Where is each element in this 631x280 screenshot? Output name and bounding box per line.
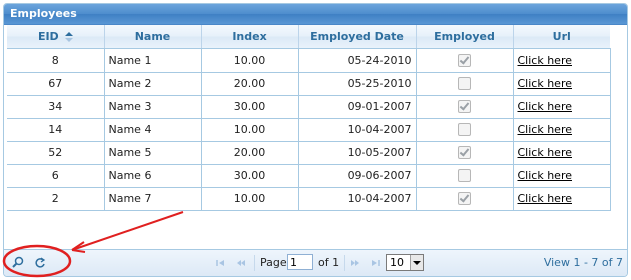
employed-checkbox bbox=[458, 100, 471, 114]
click-here-link[interactable]: Click here bbox=[518, 123, 573, 136]
table-row[interactable]: 8 Name 1 10.00 05-24-2010 Click here bbox=[7, 48, 611, 73]
sort-ascending-icon[interactable] bbox=[64, 31, 73, 42]
column-label: Employed bbox=[434, 29, 495, 43]
grid-caption: Employees bbox=[4, 4, 627, 25]
employees-table: EID Name Index Employed Date Employed Ur… bbox=[7, 25, 611, 211]
rows-per-page-value: 10 bbox=[390, 256, 404, 269]
url-cell: Click here bbox=[513, 187, 611, 211]
page-count-label: of 1 bbox=[318, 256, 340, 269]
employed-date-cell: 09-06-2007 bbox=[298, 164, 417, 188]
eid-cell: 67 bbox=[7, 72, 105, 96]
pager-separator bbox=[254, 255, 255, 271]
employed-date-cell: 10-04-2007 bbox=[298, 118, 417, 142]
employed-checkbox bbox=[458, 123, 471, 137]
click-here-link[interactable]: Click here bbox=[518, 146, 573, 159]
last-page-icon[interactable] bbox=[368, 256, 382, 270]
employed-date-cell: 05-25-2010 bbox=[298, 72, 417, 96]
employed-cell bbox=[416, 141, 514, 165]
url-cell: Click here bbox=[513, 118, 611, 142]
name-cell: Name 4 bbox=[104, 118, 202, 142]
column-header-url[interactable]: Url bbox=[513, 25, 610, 49]
eid-cell: 8 bbox=[7, 48, 105, 73]
click-here-link[interactable]: Click here bbox=[518, 192, 573, 205]
url-cell: Click here bbox=[513, 48, 611, 73]
page-number-input[interactable] bbox=[287, 254, 313, 270]
index-cell: 10.00 bbox=[201, 48, 299, 73]
eid-cell: 34 bbox=[7, 95, 105, 119]
employed-date-cell: 09-01-2007 bbox=[298, 95, 417, 119]
eid-cell: 2 bbox=[7, 187, 105, 211]
column-label: Name bbox=[134, 29, 171, 43]
employed-cell bbox=[416, 118, 514, 142]
employed-cell bbox=[416, 95, 514, 119]
employees-grid: Employees EID Name Index Employed Date E… bbox=[3, 3, 628, 277]
table-row[interactable]: 2 Name 7 10.00 10-04-2007 Click here bbox=[7, 187, 611, 211]
table-row[interactable]: 67 Name 2 20.00 05-25-2010 Click here bbox=[7, 72, 611, 96]
name-cell: Name 7 bbox=[104, 187, 202, 211]
url-cell: Click here bbox=[513, 72, 611, 96]
url-cell: Click here bbox=[513, 95, 611, 119]
name-cell: Name 3 bbox=[104, 95, 202, 119]
grid-pager: Page of 1 10 View 1 - 7 of 7 bbox=[4, 249, 627, 276]
column-label: Url bbox=[552, 29, 571, 43]
column-label: Employed Date bbox=[310, 29, 404, 43]
first-page-icon[interactable] bbox=[214, 256, 228, 270]
rows-per-page-select[interactable]: 10 bbox=[386, 254, 424, 271]
name-cell: Name 1 bbox=[104, 48, 202, 73]
employed-checkbox bbox=[458, 169, 471, 183]
index-cell: 10.00 bbox=[201, 187, 299, 211]
click-here-link[interactable]: Click here bbox=[518, 169, 573, 182]
eid-cell: 14 bbox=[7, 118, 105, 142]
column-header-name[interactable]: Name bbox=[104, 25, 202, 49]
click-here-link[interactable]: Click here bbox=[518, 100, 573, 113]
page-label: Page bbox=[260, 256, 287, 269]
employed-checkbox bbox=[458, 146, 471, 160]
column-header-employed[interactable]: Employed bbox=[416, 25, 514, 49]
next-page-icon[interactable] bbox=[349, 256, 363, 270]
employed-date-cell: 10-05-2007 bbox=[298, 141, 417, 165]
index-cell: 30.00 bbox=[201, 95, 299, 119]
index-cell: 20.00 bbox=[201, 141, 299, 165]
table-row[interactable]: 14 Name 4 10.00 10-04-2007 Click here bbox=[7, 118, 611, 142]
table-row[interactable]: 6 Name 6 30.00 09-06-2007 Click here bbox=[7, 164, 611, 188]
employed-checkbox bbox=[458, 53, 471, 67]
click-here-link[interactable]: Click here bbox=[518, 54, 573, 67]
url-cell: Click here bbox=[513, 164, 611, 188]
url-cell: Click here bbox=[513, 141, 611, 165]
index-cell: 10.00 bbox=[201, 118, 299, 142]
employed-checkbox bbox=[458, 77, 471, 91]
employed-cell bbox=[416, 72, 514, 96]
click-here-link[interactable]: Click here bbox=[518, 77, 573, 90]
employed-checkbox bbox=[458, 192, 471, 206]
view-records-info: View 1 - 7 of 7 bbox=[543, 256, 623, 269]
column-label: EID bbox=[37, 29, 59, 43]
column-header-eid[interactable]: EID bbox=[7, 25, 105, 49]
index-cell: 30.00 bbox=[201, 164, 299, 188]
column-label: Index bbox=[232, 29, 267, 43]
column-header-index[interactable]: Index bbox=[201, 25, 299, 49]
name-cell: Name 5 bbox=[104, 141, 202, 165]
employed-date-cell: 10-04-2007 bbox=[298, 187, 417, 211]
refresh-icon[interactable] bbox=[32, 255, 48, 271]
prev-page-icon[interactable] bbox=[233, 256, 247, 270]
employed-cell bbox=[416, 187, 514, 211]
employed-date-cell: 05-24-2010 bbox=[298, 48, 417, 73]
index-cell: 20.00 bbox=[201, 72, 299, 96]
column-header-employed-date[interactable]: Employed Date bbox=[298, 25, 417, 49]
employed-cell bbox=[416, 48, 514, 73]
table-row[interactable]: 34 Name 3 30.00 09-01-2007 Click here bbox=[7, 95, 611, 119]
eid-cell: 52 bbox=[7, 141, 105, 165]
chevron-down-icon[interactable] bbox=[410, 255, 423, 270]
search-icon[interactable] bbox=[10, 255, 26, 271]
header-row: EID Name Index Employed Date Employed Ur… bbox=[7, 25, 610, 49]
eid-cell: 6 bbox=[7, 164, 105, 188]
employed-cell bbox=[416, 164, 514, 188]
table-row[interactable]: 52 Name 5 20.00 10-05-2007 Click here bbox=[7, 141, 611, 165]
name-cell: Name 6 bbox=[104, 164, 202, 188]
pager-separator bbox=[344, 255, 345, 271]
name-cell: Name 2 bbox=[104, 72, 202, 96]
